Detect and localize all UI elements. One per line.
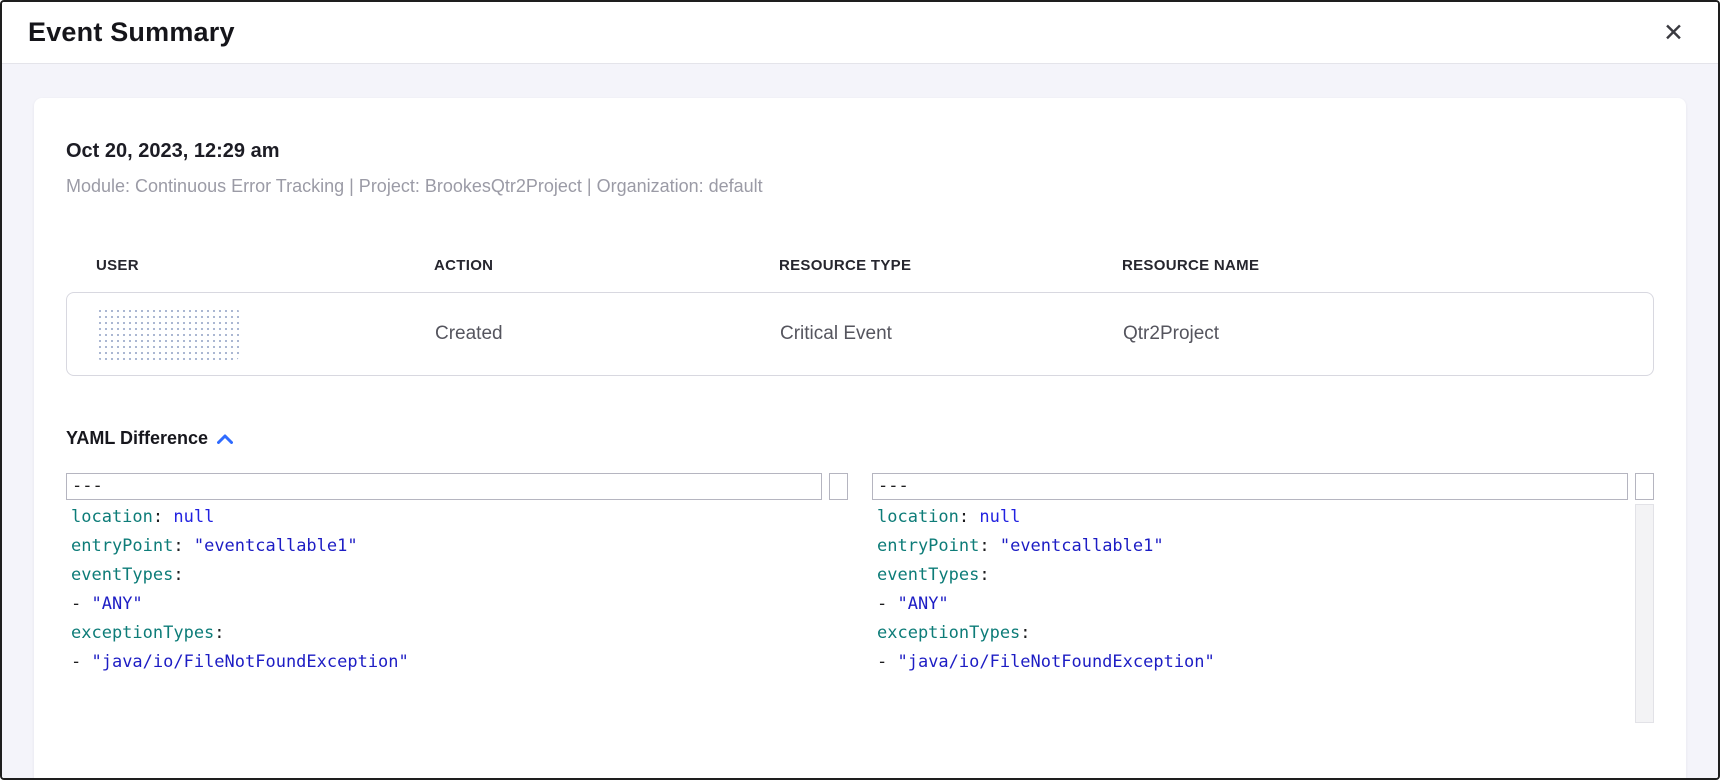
yaml-difference-toggle[interactable]: YAML Difference	[66, 428, 233, 449]
yaml-diff-panels: ---location: nullentryPoint: "eventcalla…	[66, 473, 1654, 723]
scrollbar-corner-left[interactable]	[829, 473, 848, 500]
event-timestamp: Oct 20, 2023, 12:29 am	[66, 140, 1654, 163]
scrollbar-corner-right[interactable]	[1635, 473, 1654, 500]
resource-type-cell: Critical Event	[780, 323, 1123, 345]
resource-name-cell: Qtr2Project	[1123, 323, 1623, 345]
user-cell	[97, 308, 435, 360]
column-header-user: USER	[96, 257, 434, 274]
yaml-diff-panel-right: ---location: nullentryPoint: "eventcalla…	[872, 473, 1654, 723]
column-header-action: ACTION	[434, 257, 779, 274]
close-button[interactable]: ✕	[1657, 16, 1690, 49]
yaml-code-right[interactable]: ---location: nullentryPoint: "eventcalla…	[872, 473, 1628, 677]
close-icon: ✕	[1663, 18, 1684, 47]
modal-body: Oct 20, 2023, 12:29 am Module: Continuou…	[2, 64, 1718, 778]
yaml-diff-panel-left: ---location: nullentryPoint: "eventcalla…	[66, 473, 848, 723]
modal-header: Event Summary ✕	[2, 2, 1718, 64]
action-cell: Created	[435, 323, 780, 345]
table-row: Created Critical Event Qtr2Project	[66, 292, 1654, 376]
event-card: Oct 20, 2023, 12:29 am Module: Continuou…	[34, 98, 1686, 778]
column-header-resource-name: RESOURCE NAME	[1122, 257, 1624, 274]
yaml-code-left[interactable]: ---location: nullentryPoint: "eventcalla…	[66, 473, 822, 677]
chevron-up-icon	[217, 434, 233, 444]
redacted-user-avatar	[97, 308, 239, 360]
event-summary-modal: Event Summary ✕ Oct 20, 2023, 12:29 am M…	[0, 0, 1720, 780]
page-title: Event Summary	[28, 17, 235, 48]
table-header-row: USER ACTION RESOURCE TYPE RESOURCE NAME	[66, 257, 1654, 274]
vertical-scrollbar[interactable]	[1635, 504, 1654, 723]
event-meta: Module: Continuous Error Tracking | Proj…	[66, 176, 1654, 197]
column-header-resource-type: RESOURCE TYPE	[779, 257, 1122, 274]
yaml-difference-label: YAML Difference	[66, 428, 208, 449]
